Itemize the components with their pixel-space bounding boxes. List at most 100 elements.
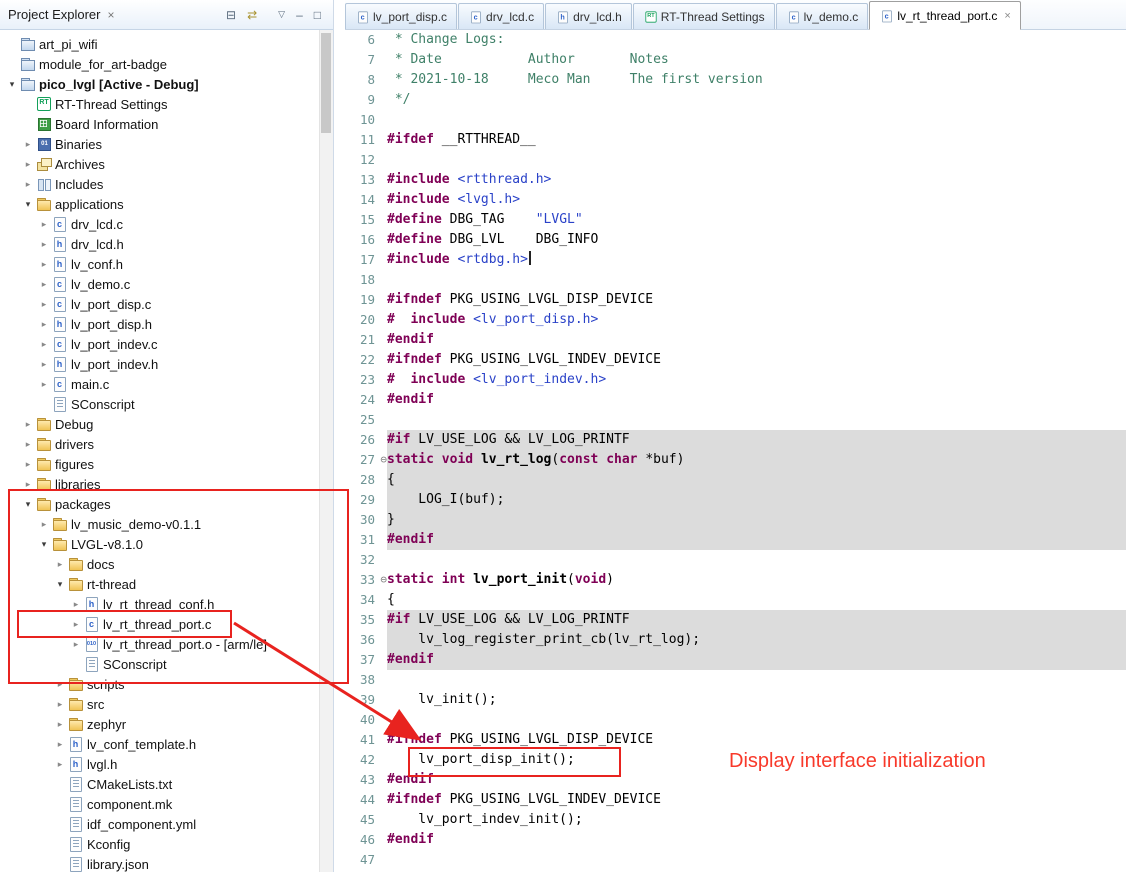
editor-tab[interactable]: clv_rt_thread_port.c× — [869, 1, 1021, 30]
view-menu-icon[interactable]: ▽ — [278, 10, 285, 19]
collapsed-arrow-icon[interactable]: ▸ — [52, 559, 68, 570]
tree-item[interactable]: ▸docs — [0, 554, 320, 574]
editor-tab[interactable]: hdrv_lcd.h — [545, 3, 632, 29]
collapsed-arrow-icon[interactable]: ▸ — [36, 279, 52, 290]
tree-item-label: lv_port_disp.c — [68, 297, 154, 312]
tree-item[interactable]: ▸figures — [0, 454, 320, 474]
collapsed-arrow-icon[interactable]: ▸ — [20, 439, 36, 450]
collapsed-arrow-icon[interactable]: ▸ — [52, 699, 68, 710]
tree-item[interactable]: ▸hlv_conf.h — [0, 254, 320, 274]
expanded-arrow-icon[interactable]: ▾ — [4, 79, 20, 90]
collapsed-arrow-icon[interactable]: ▸ — [36, 259, 52, 270]
tree-item[interactable]: ▸clv_port_indev.c — [0, 334, 320, 354]
tree-item[interactable]: ▾applications — [0, 194, 320, 214]
tree-item[interactable]: component.mk — [0, 794, 320, 814]
collapsed-arrow-icon[interactable]: ▸ — [20, 159, 36, 170]
collapsed-arrow-icon[interactable]: ▸ — [36, 379, 52, 390]
tree-item[interactable]: ▸cmain.c — [0, 374, 320, 394]
tree-scrollbar-thumb[interactable] — [321, 33, 331, 133]
tree-scrollbar[interactable] — [319, 30, 333, 872]
collapsed-arrow-icon[interactable]: ▸ — [52, 739, 68, 750]
tree-item[interactable]: ▸src — [0, 694, 320, 714]
collapsed-arrow-icon[interactable]: ▸ — [20, 139, 36, 150]
editor-tab[interactable]: RTRT-Thread Settings — [633, 3, 775, 29]
tree-item[interactable]: ▸hlv_conf_template.h — [0, 734, 320, 754]
collapsed-arrow-icon[interactable]: ▸ — [20, 419, 36, 430]
tree-item[interactable]: ▸Debug — [0, 414, 320, 434]
collapsed-arrow-icon[interactable]: ▸ — [68, 619, 84, 630]
fold-minus-icon[interactable]: ⊖ — [380, 450, 387, 470]
tree-item[interactable]: ▸cdrv_lcd.c — [0, 214, 320, 234]
code-token: PKG_USING_LVGL_DISP_DEVICE — [442, 292, 653, 307]
tree-item[interactable]: Board Information — [0, 114, 320, 134]
tree-item[interactable]: ▸01Binaries — [0, 134, 320, 154]
collapsed-arrow-icon[interactable]: ▸ — [68, 599, 84, 610]
collapsed-arrow-icon[interactable]: ▸ — [36, 359, 52, 370]
collapsed-arrow-icon[interactable]: ▸ — [36, 519, 52, 530]
collapsed-arrow-icon[interactable]: ▸ — [52, 679, 68, 690]
collapsed-arrow-icon[interactable]: ▸ — [20, 459, 36, 470]
expanded-arrow-icon[interactable]: ▾ — [52, 579, 68, 590]
tree-item[interactable]: CMakeLists.txt — [0, 774, 320, 794]
minimize-icon[interactable]: – — [296, 9, 303, 21]
editor-tab[interactable]: clv_demo.c — [776, 3, 869, 29]
code-token: const — [559, 452, 598, 467]
collapsed-arrow-icon[interactable]: ▸ — [20, 479, 36, 490]
tree-item[interactable]: art_pi_wifi — [0, 34, 320, 54]
collapsed-arrow-icon[interactable]: ▸ — [36, 219, 52, 230]
close-icon[interactable]: × — [107, 8, 114, 22]
tree-item[interactable]: idf_component.yml — [0, 814, 320, 834]
tree-item[interactable]: ▾rt-thread — [0, 574, 320, 594]
tree-item[interactable]: ▸hlvgl.h — [0, 754, 320, 774]
tree-item[interactable]: ▸drivers — [0, 434, 320, 454]
collapsed-arrow-icon[interactable]: ▸ — [52, 759, 68, 770]
maximize-icon[interactable]: □ — [314, 9, 321, 21]
tree-item[interactable]: ▾pico_lvgl [Active - Debug] — [0, 74, 320, 94]
tree-item[interactable]: ▸hlv_port_disp.h — [0, 314, 320, 334]
tree-item[interactable]: ▸clv_rt_thread_port.c — [0, 614, 320, 634]
collapsed-arrow-icon[interactable]: ▸ — [36, 339, 52, 350]
code-token: #endif — [387, 392, 434, 407]
tree-item[interactable]: RTRT-Thread Settings — [0, 94, 320, 114]
collapsed-arrow-icon[interactable]: ▸ — [36, 319, 52, 330]
tree-item[interactable]: ▸clv_port_disp.c — [0, 294, 320, 314]
tree-item[interactable]: ▸ Includes — [0, 174, 320, 194]
tab-close-icon[interactable]: × — [1004, 10, 1010, 22]
collapsed-arrow-icon[interactable]: ▸ — [68, 639, 84, 650]
tree-item[interactable]: Kconfig — [0, 834, 320, 854]
tree-item[interactable]: SConscript — [0, 394, 320, 414]
tree-item[interactable]: ▾LVGL-v8.1.0 — [0, 534, 320, 554]
tree-item[interactable]: ▾packages — [0, 494, 320, 514]
tree-item[interactable]: ▸Archives — [0, 154, 320, 174]
project-explorer-tab[interactable]: Project Explorer × — [0, 0, 123, 29]
tree-item[interactable]: ▸lv_music_demo-v0.1.1 — [0, 514, 320, 534]
tree-item[interactable]: SConscript — [0, 654, 320, 674]
tree-item[interactable]: ▸scripts — [0, 674, 320, 694]
editor-tab[interactable]: clv_port_disp.c — [345, 3, 457, 29]
tree-item[interactable]: library.json — [0, 854, 320, 872]
collapsed-arrow-icon[interactable]: ▸ — [52, 719, 68, 730]
code-area[interactable]: 6 * Change Logs:7 * Date Author Notes8 *… — [345, 30, 1126, 872]
tree-item[interactable]: ▸hlv_port_indev.h — [0, 354, 320, 374]
tree-item[interactable]: ▸hlv_rt_thread_conf.h — [0, 594, 320, 614]
tree-item-label: Includes — [52, 177, 106, 192]
collapsed-arrow-icon[interactable]: ▸ — [20, 179, 36, 190]
collapsed-arrow-icon[interactable]: ▸ — [36, 239, 52, 250]
tree-item[interactable]: ▸010lv_rt_thread_port.o - [arm/le] — [0, 634, 320, 654]
code-text — [387, 270, 1126, 290]
line-number-gutter: 46 — [345, 830, 387, 850]
code-token: static — [387, 452, 434, 467]
collapsed-arrow-icon[interactable]: ▸ — [36, 299, 52, 310]
tree-item[interactable]: ▸clv_demo.c — [0, 274, 320, 294]
tree-item[interactable]: ▸libraries — [0, 474, 320, 494]
tree-item[interactable]: ▸zephyr — [0, 714, 320, 734]
link-with-editor-icon[interactable]: ⇄ — [247, 9, 257, 21]
tree-item[interactable]: ▸hdrv_lcd.h — [0, 234, 320, 254]
collapse-all-icon[interactable]: ⊟ — [226, 9, 236, 21]
fold-minus-icon[interactable]: ⊖ — [380, 570, 387, 590]
expanded-arrow-icon[interactable]: ▾ — [36, 539, 52, 550]
tree-item[interactable]: module_for_art-badge — [0, 54, 320, 74]
expanded-arrow-icon[interactable]: ▾ — [20, 499, 36, 510]
expanded-arrow-icon[interactable]: ▾ — [20, 199, 36, 210]
editor-tab[interactable]: cdrv_lcd.c — [458, 3, 544, 29]
